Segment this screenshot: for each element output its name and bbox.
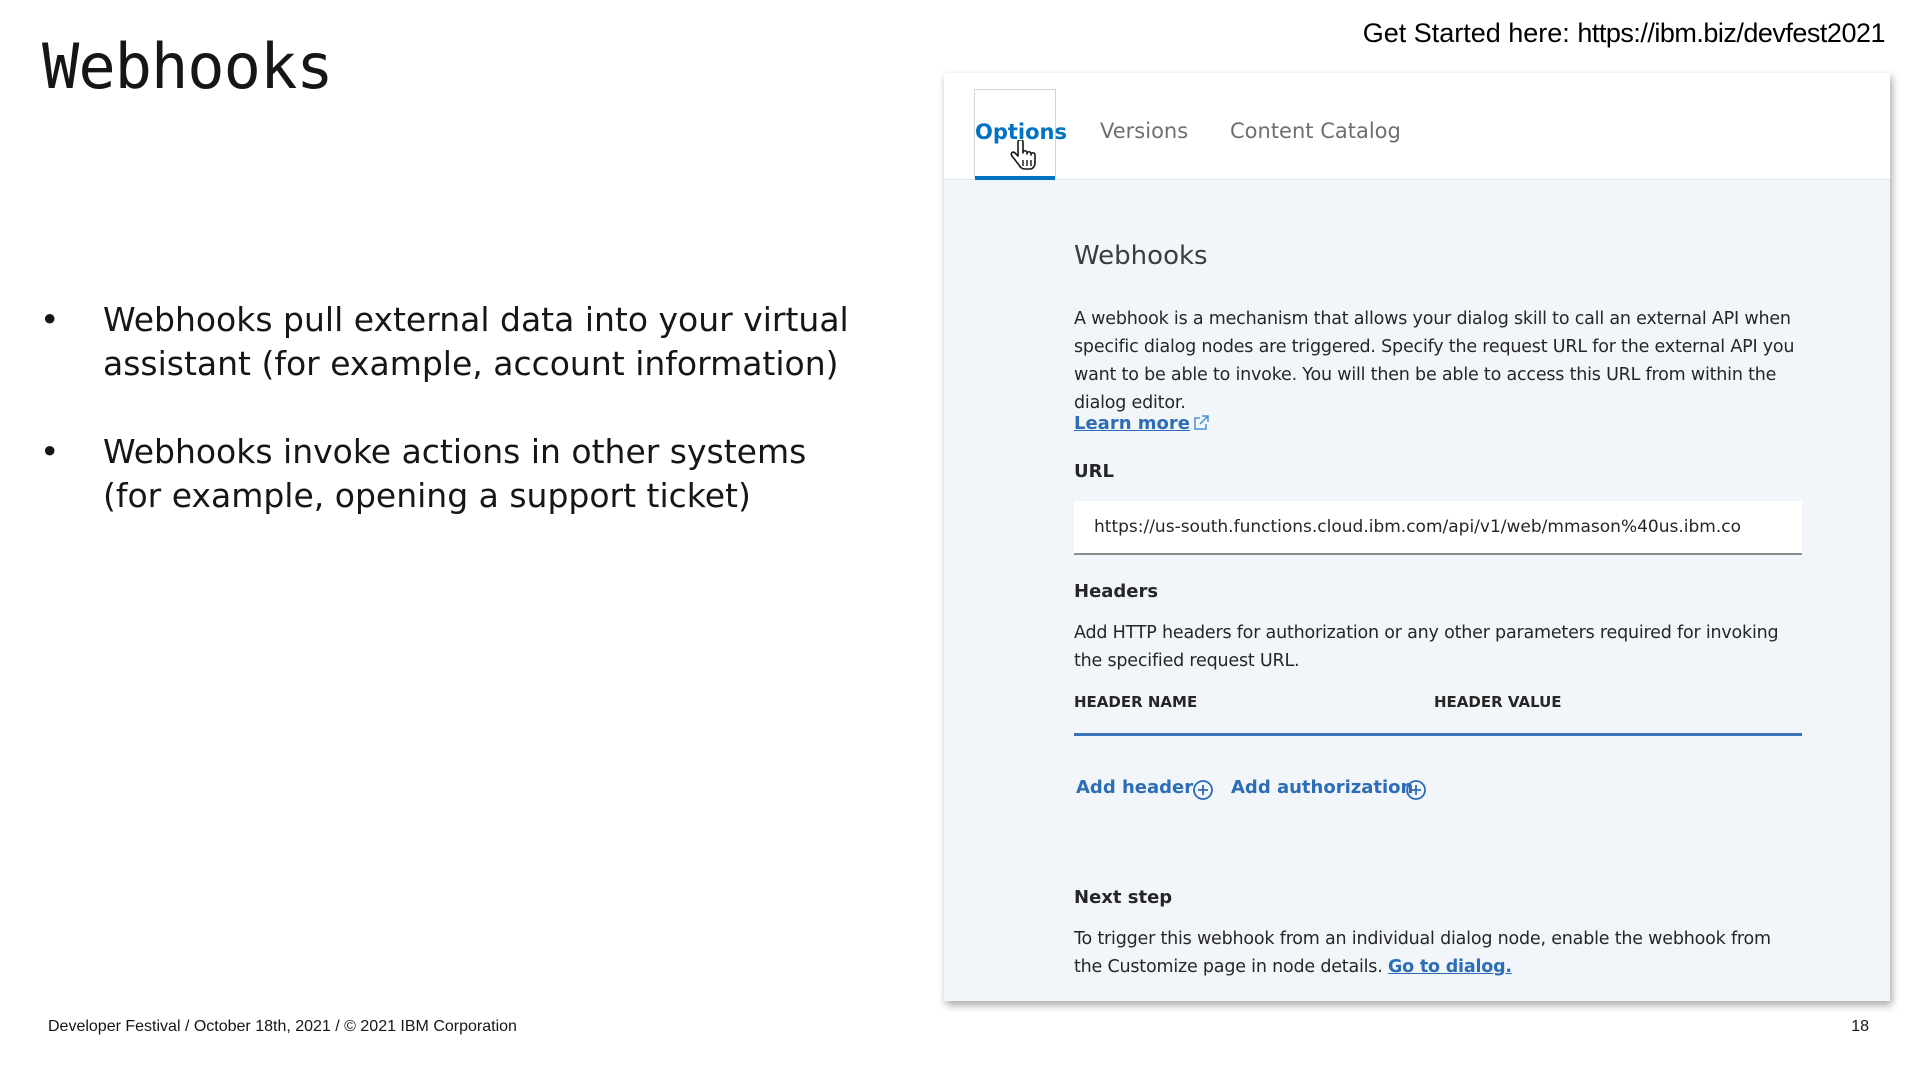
go-to-dialog-link[interactable]: Go to dialog. <box>1388 957 1512 977</box>
bullet-item: Webhooks pull external data into your vi… <box>40 298 860 386</box>
tab-bar: Options Versions Content Catalog <box>944 73 1890 180</box>
next-step-description: To trigger this webhook from an individu… <box>1074 925 1804 981</box>
slide-title: Webhooks <box>42 30 334 103</box>
headers-description: Add HTTP headers for authorization or an… <box>1074 623 1779 671</box>
bullet-item: Webhooks invoke actions in other systems… <box>40 430 860 518</box>
plus-circle-icon[interactable] <box>1405 779 1427 801</box>
tab-options[interactable]: Options <box>974 89 1067 180</box>
external-link-icon <box>1194 415 1209 430</box>
url-label: URL <box>1074 461 1114 482</box>
headers-table-divider <box>1074 733 1802 736</box>
hand-cursor-icon <box>1010 140 1036 170</box>
tab-content-catalog[interactable]: Content Catalog <box>1230 119 1401 143</box>
plus-circle-icon[interactable] <box>1192 779 1214 801</box>
next-step-label: Next step <box>1074 887 1173 908</box>
active-tab-indicator <box>975 176 1055 180</box>
headers-label: Headers <box>1074 581 1159 602</box>
add-authorization-button[interactable]: Add authorization <box>1231 777 1413 798</box>
page-number: 18 <box>1851 1018 1869 1035</box>
header-name-column: HEADER NAME <box>1074 693 1198 711</box>
get-started-prefix: Get Started here: <box>1362 18 1578 48</box>
header-value-column: HEADER VALUE <box>1434 693 1562 711</box>
webhook-description: A webhook is a mechanism that allows you… <box>1074 309 1795 413</box>
url-input[interactable] <box>1074 501 1802 555</box>
slide-footer: Developer Festival / October 18th, 2021 … <box>48 1018 517 1035</box>
get-started-link[interactable]: https://ibm.biz/devfest2021 <box>1577 18 1885 48</box>
bullet-list: Webhooks pull external data into your vi… <box>40 298 860 562</box>
add-header-button[interactable]: Add header <box>1076 777 1193 798</box>
tab-versions[interactable]: Versions <box>1100 119 1188 143</box>
section-title: Webhooks <box>1074 241 1208 271</box>
webhooks-screenshot-panel: Options Versions Content Catalog Webhook… <box>944 73 1890 1001</box>
get-started-line: Get Started here: https://ibm.biz/devfes… <box>1362 18 1886 49</box>
learn-more-link[interactable]: Learn more <box>1074 413 1190 434</box>
